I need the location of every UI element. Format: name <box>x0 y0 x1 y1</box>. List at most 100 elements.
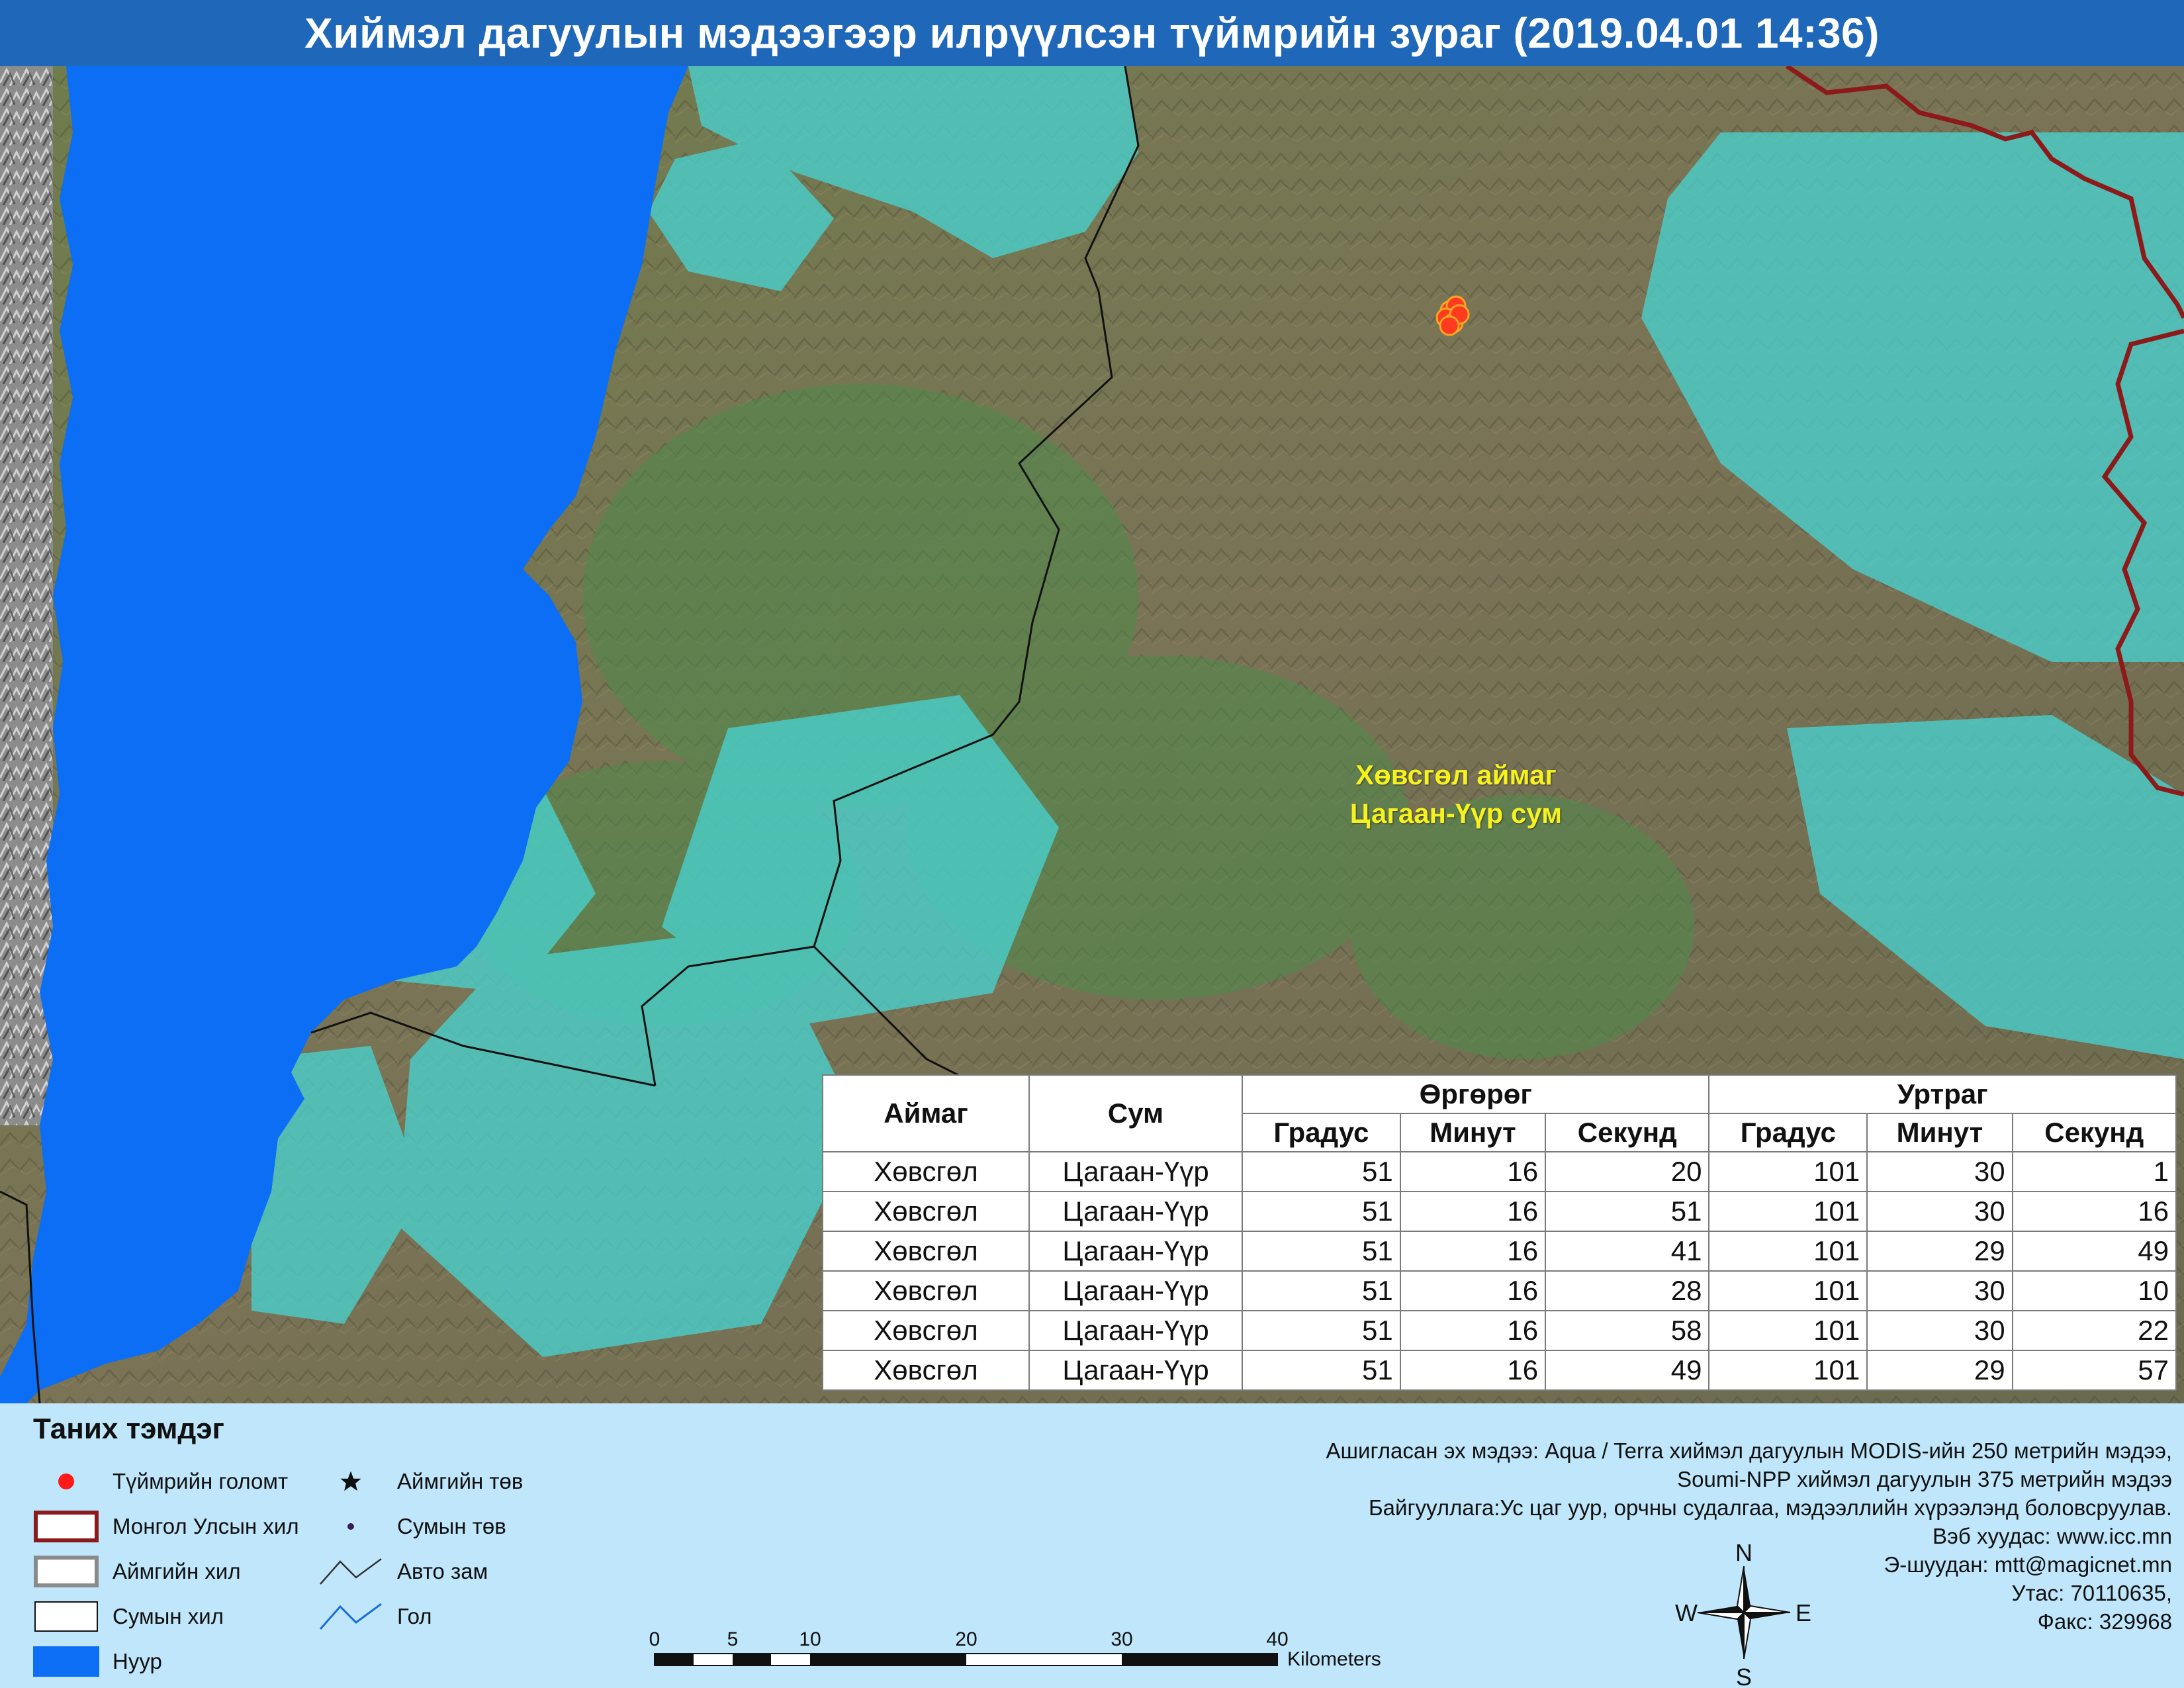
cell-lon-min: 29 <box>1866 1350 2013 1391</box>
info-source-1: Ашигласан эх мэдээ: Aqua / Terra хиймэл … <box>1326 1438 2172 1463</box>
cell-lon-min: 29 <box>1866 1231 2013 1272</box>
cell-lon-sec: 22 <box>2011 1310 2177 1351</box>
cell-aimag: Хөвсгөл <box>822 1270 1030 1311</box>
legend-sum-center-label: Сумын төв <box>397 1514 506 1538</box>
legend-aimag-border-label: Аймгийн хил <box>113 1559 241 1583</box>
cell-aimag: Хөвсгөл <box>822 1151 1030 1192</box>
cell-sum: Цагаан-Үүр <box>1028 1350 1243 1391</box>
cell-lat-deg: 51 <box>1242 1191 1401 1232</box>
fire-point[interactable] <box>1439 315 1460 336</box>
table-row: Хөвсгөл Цагаан-Үүр 51 16 41 101 29 49 <box>822 1231 2177 1272</box>
legend-sum-border: Сумын хил <box>33 1600 224 1633</box>
cell-aimag: Хөвсгөл <box>822 1191 1030 1232</box>
cell-lat-sec: 51 <box>1545 1191 1710 1232</box>
table-row: Хөвсгөл Цагаан-Үүр 51 16 51 101 30 16 <box>822 1191 2177 1232</box>
legend-road-label: Авто зам <box>397 1559 488 1583</box>
star-icon <box>318 1465 384 1498</box>
legend-fire-label: Түймрийн голомт <box>113 1469 289 1493</box>
cell-lat-deg: 51 <box>1242 1310 1401 1351</box>
compass-s: S <box>1736 1664 1752 1688</box>
cell-lon-min: 30 <box>1866 1270 2013 1311</box>
header-lon-sec: Секунд <box>2011 1113 2177 1152</box>
legend-title: Таних тэмдэг <box>33 1413 224 1445</box>
cell-lat-deg: 51 <box>1242 1350 1401 1391</box>
header-lat-min: Минут <box>1399 1113 1547 1152</box>
legend-aimag-center: Аймгийн төв <box>318 1465 523 1498</box>
legend-aimag-center-label: Аймгийн төв <box>397 1469 523 1493</box>
cell-lat-sec: 49 <box>1545 1350 1710 1391</box>
legend-sum-border-label: Сумын хил <box>113 1604 224 1628</box>
header-lat-deg: Градус <box>1242 1113 1401 1152</box>
table-row: Хөвсгөл Цагаан-Үүр 51 16 20 101 30 1 <box>822 1151 2177 1192</box>
scale-tick-label: 5 <box>727 1628 739 1650</box>
cell-lat-sec: 20 <box>1545 1151 1710 1192</box>
scale-tick-label: 20 <box>955 1628 977 1650</box>
label-aimag: Хөвсгөл аймаг <box>1355 759 1557 790</box>
cell-sum: Цагаан-Үүр <box>1028 1310 1243 1351</box>
cell-lat-min: 16 <box>1399 1231 1547 1272</box>
cell-lat-min: 16 <box>1399 1151 1547 1192</box>
legend-lake-label: Нуур <box>113 1649 162 1673</box>
scale-tick-label: 0 <box>649 1628 660 1650</box>
cell-lon-min: 30 <box>1866 1151 2013 1192</box>
cell-lon-min: 30 <box>1866 1191 2013 1232</box>
legend-lake: Нуур <box>33 1645 162 1678</box>
title-bar: Хиймэл дагуулын мэдээгээр илрүүлсэн түйм… <box>0 0 2184 66</box>
dot-icon <box>318 1510 384 1543</box>
info-web: Вэб хуудас: www.icc.mn <box>1933 1524 2172 1548</box>
cell-sum: Цагаан-Үүр <box>1028 1231 1243 1272</box>
cell-sum: Цагаан-Үүр <box>1028 1270 1243 1311</box>
cell-lon-deg: 101 <box>1708 1231 1868 1272</box>
cell-lat-min: 16 <box>1399 1350 1547 1391</box>
scale-unit: Kilometers <box>1287 1648 1381 1670</box>
cell-lat-min: 16 <box>1399 1191 1547 1232</box>
cell-aimag: Хөвсгөл <box>822 1231 1030 1272</box>
aimag-border-symbol-icon <box>33 1555 99 1588</box>
cell-lon-sec: 49 <box>2011 1231 2177 1272</box>
table-header-row: Аймаг Сум Өргөрөг Уртраг <box>822 1074 2177 1152</box>
cell-aimag: Хөвсгөл <box>822 1310 1030 1351</box>
road-symbol-icon <box>318 1555 384 1588</box>
info-fax: Факс: 329968 <box>2037 1609 2172 1634</box>
sum-border-symbol-icon <box>33 1600 99 1633</box>
fire-coordinates-table: Аймаг Сум Өргөрөг Уртраг Градус Минут Се… <box>822 1074 2177 1391</box>
legend-fire: Түймрийн голомт <box>33 1465 288 1498</box>
label-sum: Цагаан-Үүр сум <box>1349 798 1563 829</box>
header-lon-deg: Градус <box>1708 1113 1868 1152</box>
cell-lon-deg: 101 <box>1708 1270 1868 1311</box>
compass-e: E <box>1796 1599 1811 1626</box>
cell-lon-sec: 16 <box>2011 1191 2177 1232</box>
header-latitude: Өргөрөг <box>1241 1074 1710 1114</box>
cell-lat-sec: 28 <box>1545 1270 1710 1311</box>
lake-symbol-icon <box>33 1645 99 1678</box>
cell-lon-deg: 101 <box>1708 1350 1868 1391</box>
info-source-2: Soumi-NPP хиймэл дагуулын 375 метрийн мэ… <box>1677 1467 2172 1491</box>
fire-symbol-icon <box>33 1465 99 1498</box>
cell-lat-deg: 51 <box>1242 1151 1401 1192</box>
table-row: Хөвсгөл Цагаан-Үүр 51 16 28 101 30 10 <box>822 1270 2177 1311</box>
cell-lat-min: 16 <box>1399 1310 1547 1351</box>
river-symbol-icon <box>318 1600 384 1633</box>
compass-n: N <box>1735 1539 1752 1566</box>
cell-lat-deg: 51 <box>1242 1231 1401 1272</box>
cell-lon-deg: 101 <box>1708 1191 1868 1232</box>
cell-lon-sec: 1 <box>2011 1151 2177 1192</box>
legend-river-label: Гол <box>397 1604 432 1628</box>
legend-national-border-label: Монгол Улсын хил <box>113 1514 299 1538</box>
info-email: Э-шуудан: mtt@magicnet.mn <box>1884 1552 2173 1577</box>
cell-lon-deg: 101 <box>1708 1151 1868 1192</box>
scale-tick-label: 40 <box>1266 1628 1288 1650</box>
legend-national-border: Монгол Улсын хил <box>33 1510 299 1543</box>
cell-lon-sec: 57 <box>2011 1350 2177 1391</box>
info-phone: Утас: 70110635, <box>2011 1581 2172 1605</box>
header-lon-min: Минут <box>1866 1113 2013 1152</box>
table-row: Хөвсгөл Цагаан-Үүр 51 16 49 101 29 57 <box>822 1350 2177 1391</box>
cell-lat-sec: 41 <box>1545 1231 1710 1272</box>
header-aimag: Аймаг <box>822 1074 1030 1152</box>
cell-lat-deg: 51 <box>1242 1270 1401 1311</box>
cell-sum: Цагаан-Үүр <box>1028 1151 1243 1192</box>
cell-lon-deg: 101 <box>1708 1310 1868 1351</box>
cell-lon-min: 30 <box>1866 1310 2013 1351</box>
legend-river: Гол <box>318 1600 432 1633</box>
cell-sum: Цагаан-Үүр <box>1028 1191 1243 1232</box>
